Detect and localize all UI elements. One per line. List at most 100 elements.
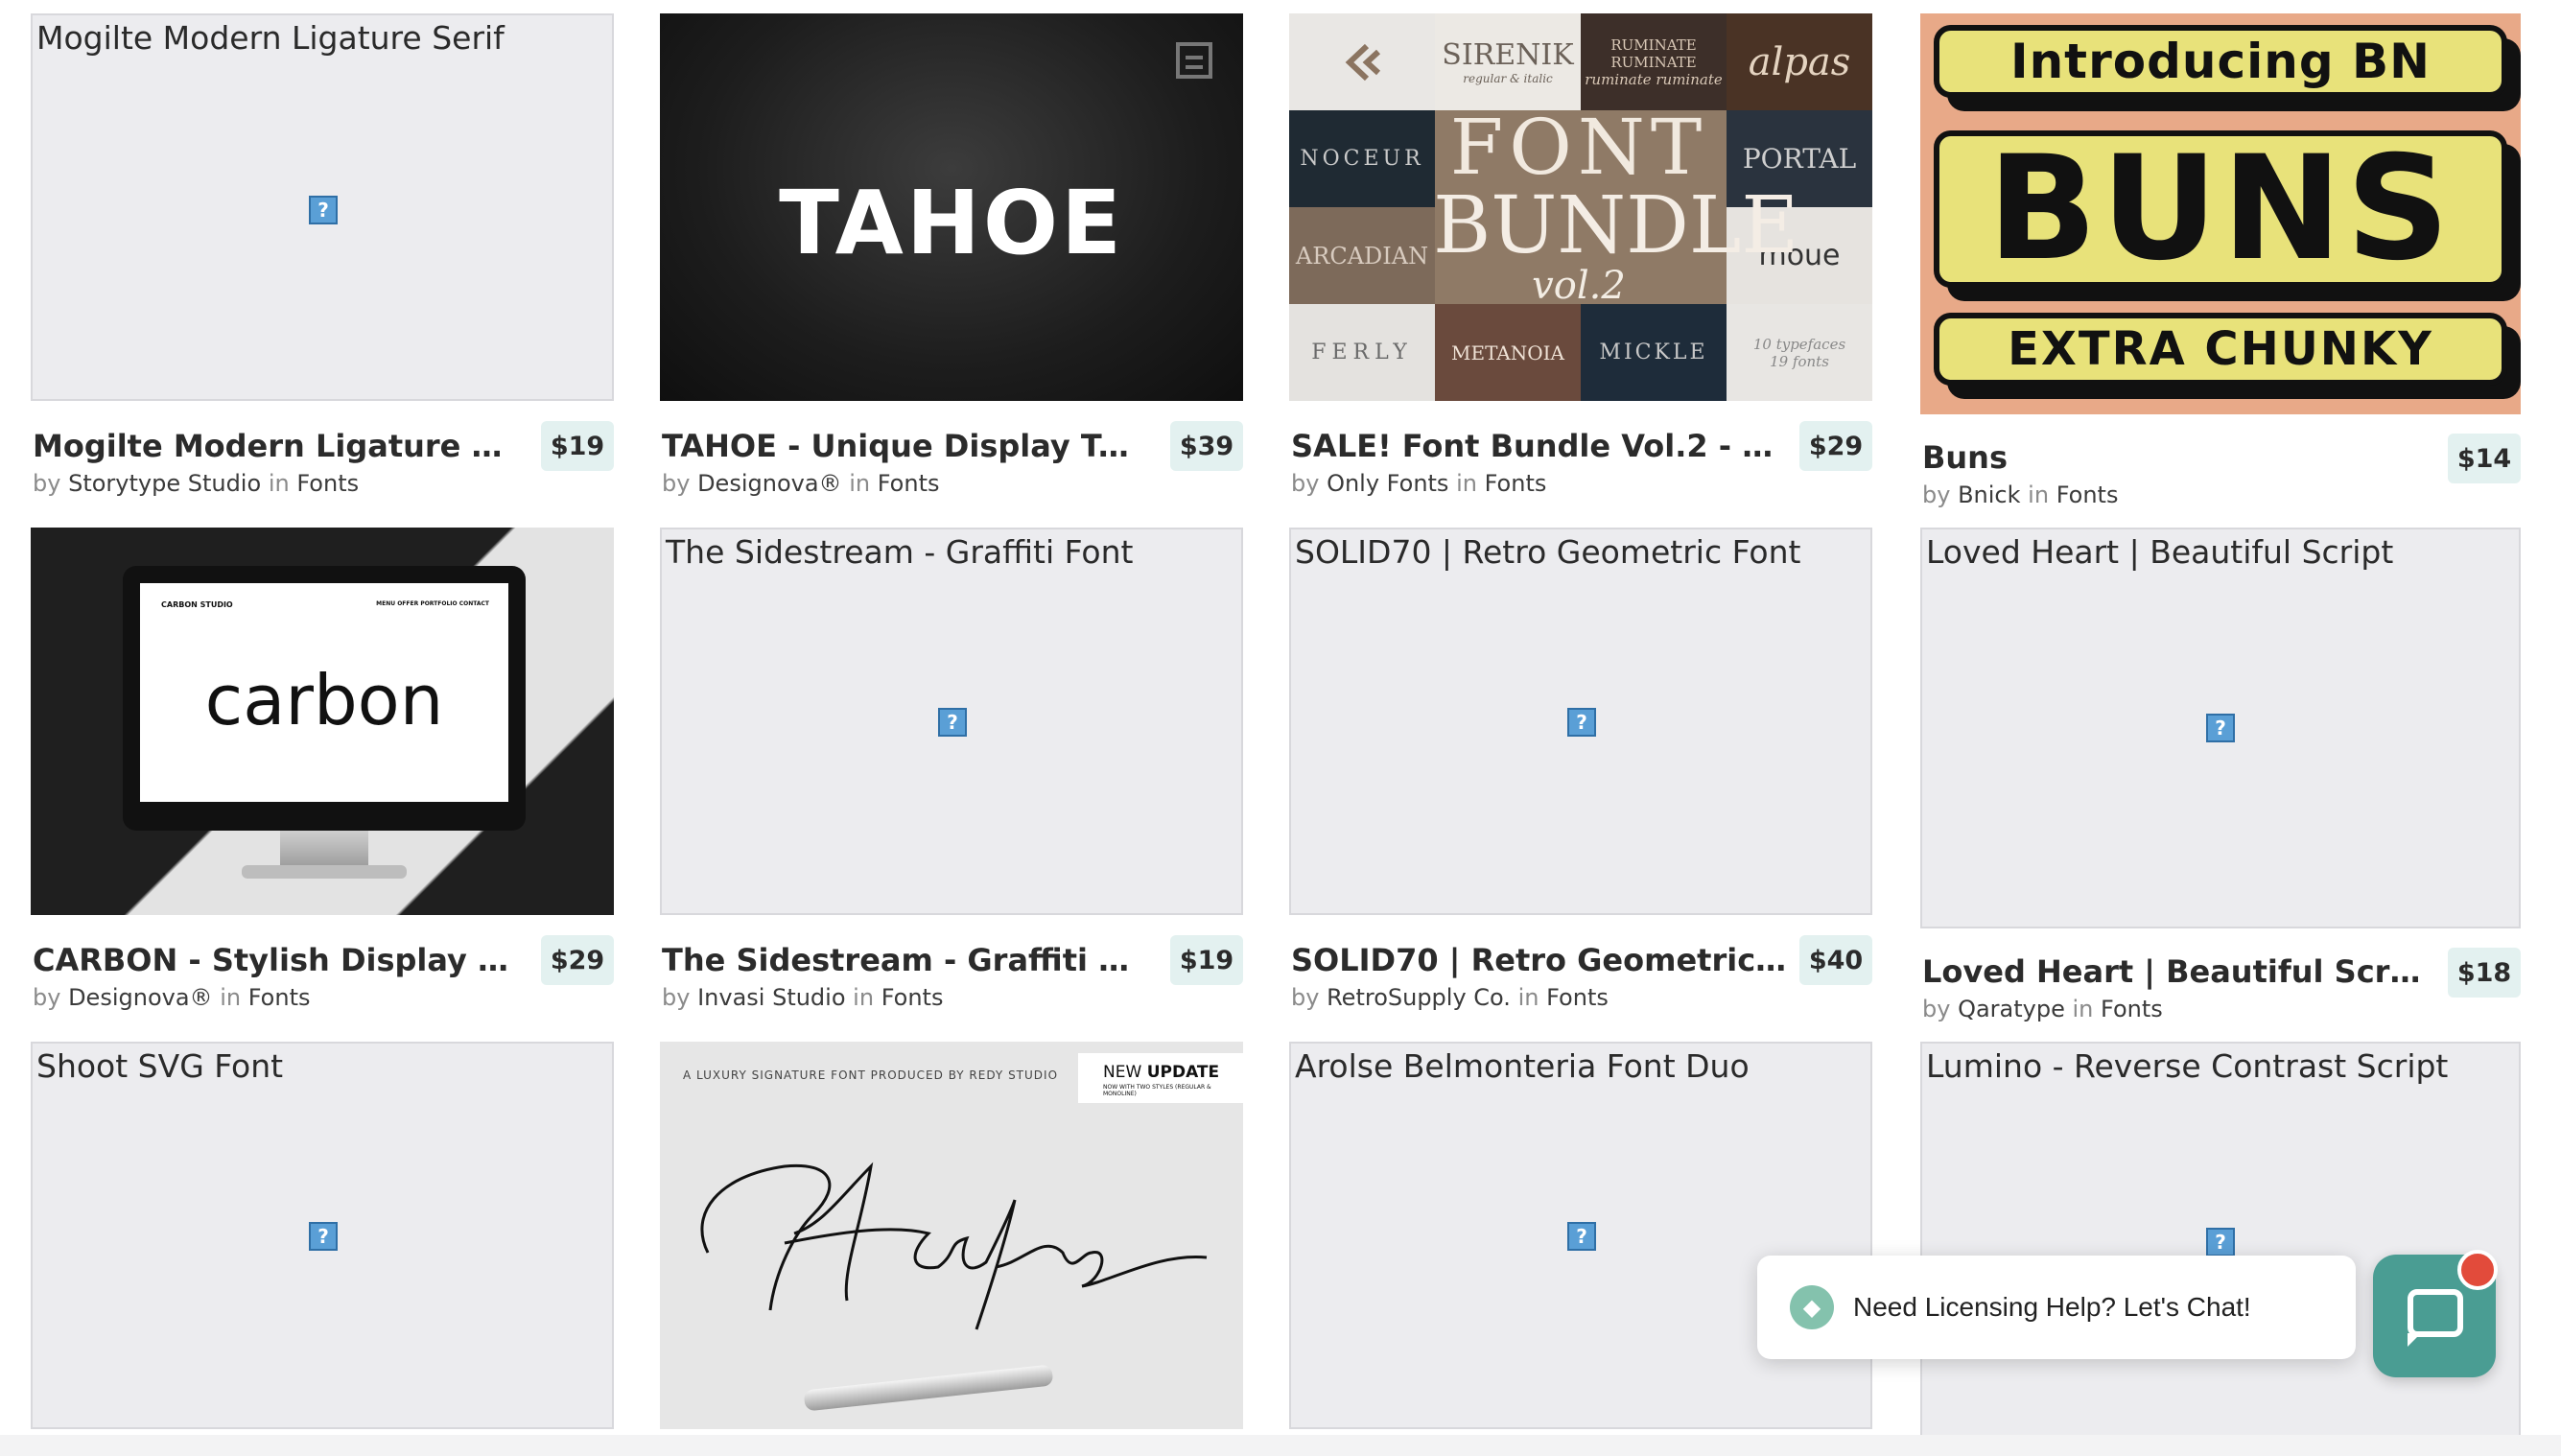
category-link[interactable]: Fonts (2101, 996, 2163, 1022)
product-title[interactable]: Mogilte Modern Ligature Serif (33, 428, 512, 464)
buns-banner-top: Introducing BN (1934, 25, 2507, 98)
product-card[interactable]: TAHOE TAHOE - Unique Display Typef... $3… (660, 13, 1243, 503)
product-thumbnail[interactable]: TAHOE (660, 13, 1243, 401)
bundle-tile: NOCEUR (1289, 110, 1435, 207)
monitor-stand (280, 831, 368, 869)
pen-image (803, 1364, 1054, 1412)
product-title[interactable]: TAHOE - Unique Display Typef... (662, 428, 1141, 464)
thumbnail-alt-text: Mogilte Modern Ligature Serif (36, 19, 505, 57)
product-byline: by RetroSupply Co. in Fonts (1291, 984, 1609, 1011)
product-thumbnail[interactable]: Shoot SVG Font ? (31, 1042, 614, 1429)
thumbnail-alt-text: Loved Heart | Beautiful Script (1926, 533, 2394, 571)
monitor-base (242, 865, 407, 879)
price-badge: $14 (2448, 434, 2521, 483)
bundle-logo-icon (1345, 43, 1381, 81)
author-link[interactable]: RetroSupply Co. (1327, 984, 1511, 1011)
bundle-tile: FERLY (1289, 304, 1435, 401)
product-thumbnail[interactable]: SOLID70 | Retro Geometric Font ? (1289, 528, 1872, 915)
broken-image-icon: ? (2206, 1228, 2235, 1256)
bundle-tile: MICKLE (1581, 304, 1727, 401)
product-thumbnail[interactable]: Arolse Belmonteria Font Duo ? (1289, 1042, 1872, 1429)
bundle-tile: METANOIA (1435, 304, 1581, 401)
category-link[interactable]: Fonts (248, 984, 311, 1011)
product-card[interactable]: The Sidestream - Graffiti Font ? The Sid… (660, 528, 1243, 1017)
thumbnail-headline: TAHOE (779, 172, 1124, 274)
author-link[interactable]: Designova® (68, 984, 212, 1011)
product-thumbnail[interactable]: CARBON STUDIO MENU OFFER PORTFOLIO CONTA… (31, 528, 614, 915)
bundle-tile: SIRENIK regular & italic (1435, 13, 1581, 110)
bundle-tile: alpas (1727, 13, 1872, 110)
product-title[interactable]: Loved Heart | Beautiful Script (1922, 953, 2421, 990)
bundle-tile: ARCADIAN (1289, 207, 1435, 304)
bundle-tile (1289, 13, 1435, 110)
product-byline: by Bnick in Fonts (1922, 481, 2119, 508)
chat-prompt-text: Need Licensing Help? Let's Chat! (1853, 1292, 2251, 1322)
category-link[interactable]: Fonts (1546, 984, 1609, 1011)
broken-image-icon: ? (309, 1222, 338, 1251)
product-title[interactable]: The Sidestream - Graffiti Font (662, 942, 1141, 978)
product-card[interactable]: Mogilte Modern Ligature Serif ? Mogilte … (31, 13, 614, 503)
broken-image-icon: ? (2206, 714, 2235, 742)
bundle-tile: RUMINATE RUMINATE ruminate ruminate (1581, 13, 1727, 110)
new-update-badge: NEW UPDATE NOW WITH TWO STYLES (REGULAR … (1078, 1053, 1243, 1103)
price-badge: $29 (1799, 421, 1872, 471)
product-card[interactable]: Loved Heart | Beautiful Script ? Loved H… (1920, 528, 2523, 1030)
product-title[interactable]: SOLID70 | Retro Geometric Font (1291, 942, 1790, 978)
thumbnail-alt-text: Lumino - Reverse Contrast Script (1926, 1047, 2449, 1085)
monitor-mockup: CARBON STUDIO MENU OFFER PORTFOLIO CONTA… (123, 566, 526, 831)
author-link[interactable]: Bnick (1958, 481, 2020, 508)
broken-image-icon: ? (1567, 1222, 1596, 1251)
price-badge: $39 (1170, 421, 1243, 471)
product-card[interactable]: SIRENIK regular & italic RUMINATE RUMINAT… (1289, 13, 1872, 503)
product-title[interactable]: CARBON - Stylish Display Type... (33, 942, 512, 978)
product-byline: by Qaratype in Fonts (1922, 996, 2163, 1022)
broken-image-icon: ? (938, 708, 967, 737)
author-link[interactable]: Invasi Studio (697, 984, 845, 1011)
thumbnail-tagline: A LUXURY SIGNATURE FONT PRODUCED BY REDY… (683, 1069, 1059, 1082)
product-byline: by Only Fonts in Fonts (1291, 470, 1547, 497)
product-card[interactable]: Introducing BN BUNS EXTRA CHUNKY Buns $1… (1920, 13, 2523, 516)
product-thumbnail[interactable]: SIRENIK regular & italic RUMINATE RUMINAT… (1289, 13, 1872, 401)
category-link[interactable]: Fonts (1485, 470, 1547, 497)
bundle-tile: 10 typefaces 19 fonts (1727, 304, 1872, 401)
product-card[interactable]: A LUXURY SIGNATURE FONT PRODUCED BY REDY… (660, 1042, 1243, 1435)
author-link[interactable]: Designova® (697, 470, 841, 497)
bottom-edge (0, 1435, 2561, 1456)
script-signature-artwork (700, 1162, 1208, 1330)
category-link[interactable]: Fonts (878, 470, 940, 497)
chat-prompt-bubble[interactable]: ◆ Need Licensing Help? Let's Chat! (1757, 1256, 2356, 1359)
product-title[interactable]: SALE! Font Bundle Vol.2 - 19 fonts (1291, 428, 1790, 464)
buns-banner-bottom: EXTRA CHUNKY (1934, 313, 2507, 386)
author-link[interactable]: Storytype Studio (68, 470, 261, 497)
product-thumbnail[interactable]: The Sidestream - Graffiti Font ? (660, 528, 1243, 915)
monitor-screen: CARBON STUDIO MENU OFFER PORTFOLIO CONTA… (140, 583, 508, 802)
category-link[interactable]: Fonts (296, 470, 359, 497)
product-byline: by Designova® in Fonts (662, 470, 940, 497)
product-card[interactable]: Shoot SVG Font ? (31, 1042, 614, 1435)
category-link[interactable]: Fonts (2056, 481, 2119, 508)
product-card[interactable]: CARBON STUDIO MENU OFFER PORTFOLIO CONTA… (31, 528, 614, 1017)
thumbnail-alt-text: Shoot SVG Font (36, 1047, 284, 1085)
product-thumbnail[interactable]: Lumino - Reverse Contrast Script ? (1920, 1042, 2521, 1437)
buns-banner-main: BUNS (1934, 126, 2507, 293)
product-thumbnail[interactable]: Loved Heart | Beautiful Script ? (1920, 528, 2521, 928)
price-badge: $40 (1799, 935, 1872, 985)
product-thumbnail[interactable]: A LUXURY SIGNATURE FONT PRODUCED BY REDY… (660, 1042, 1243, 1429)
price-badge: $18 (2448, 948, 2521, 998)
bundle-headline: FONT BUNDLE vol.2 (1433, 103, 1799, 308)
product-card[interactable]: Arolse Belmonteria Font Duo ? (1289, 1042, 1872, 1435)
thumbnail-alt-text: SOLID70 | Retro Geometric Font (1295, 533, 1801, 571)
product-thumbnail[interactable]: Introducing BN BUNS EXTRA CHUNKY (1920, 13, 2521, 414)
product-byline: by Invasi Studio in Fonts (662, 984, 944, 1011)
thumbnail-headline: carbon (204, 660, 444, 740)
brand-logo-icon (1176, 42, 1212, 79)
thumbnail-alt-text: Arolse Belmonteria Font Duo (1295, 1047, 1750, 1085)
category-link[interactable]: Fonts (881, 984, 944, 1011)
price-badge: $19 (541, 421, 614, 471)
product-thumbnail[interactable]: Mogilte Modern Ligature Serif ? (31, 13, 614, 401)
thumbnail-alt-text: The Sidestream - Graffiti Font (666, 533, 1134, 571)
product-title[interactable]: Buns (1922, 439, 2402, 476)
product-card[interactable]: SOLID70 | Retro Geometric Font ? SOLID70… (1289, 528, 1872, 1017)
author-link[interactable]: Qaratype (1958, 996, 2065, 1022)
author-link[interactable]: Only Fonts (1327, 470, 1448, 497)
